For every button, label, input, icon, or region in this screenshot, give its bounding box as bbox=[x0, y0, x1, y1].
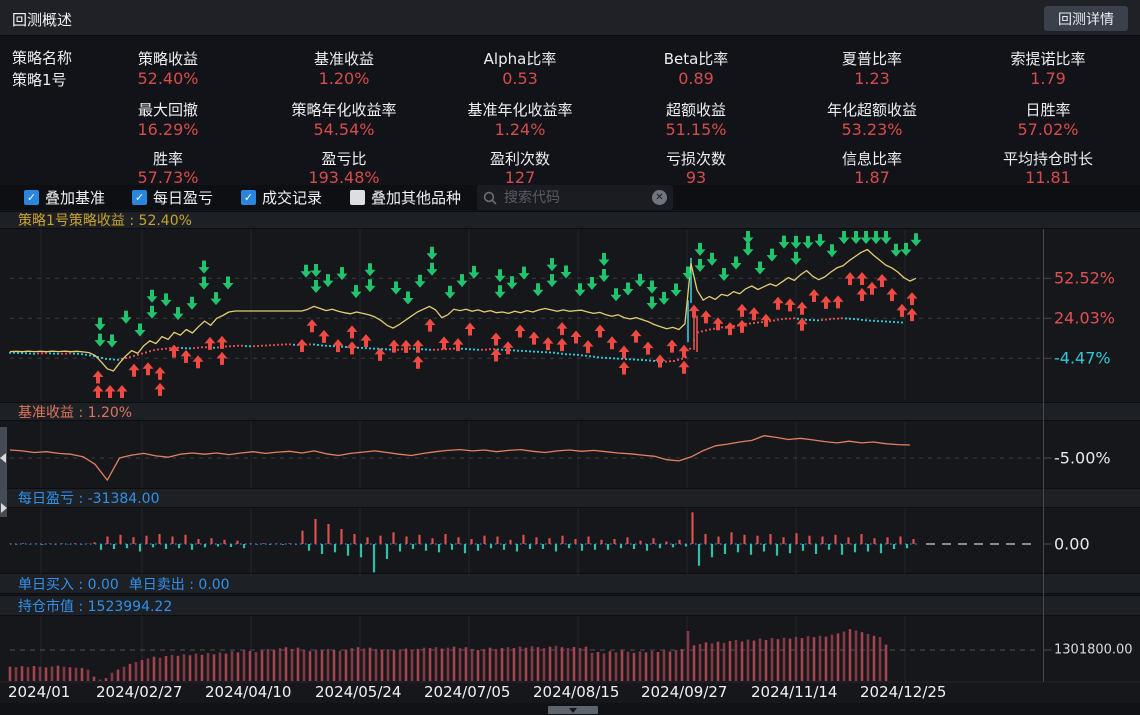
stat-label: 策略年化收益率 bbox=[256, 99, 432, 120]
stat-value: 1.23 bbox=[784, 69, 960, 88]
stats-panel: 策略名称 策略1号 策略收益52.40%基准收益1.20%Alpha比率0.53… bbox=[0, 36, 1140, 185]
x-axis: 2024/01 2024/02/27 2024/04/10 2024/05/24 202… bbox=[0, 683, 1140, 702]
checkbox-label: 叠加基准 bbox=[45, 187, 105, 208]
stat-value: 53.23% bbox=[784, 120, 960, 139]
benchmark-axis-label: -5.00% bbox=[1054, 449, 1111, 468]
checkbox-unchecked-icon[interactable] bbox=[350, 190, 365, 205]
stat-value: 0.53 bbox=[432, 69, 608, 88]
stat-label: 信息比率 bbox=[784, 148, 960, 169]
stat-value: 51.15% bbox=[608, 120, 784, 139]
checkbox-label: 每日盈亏 bbox=[153, 187, 213, 208]
stat-value: 16.29% bbox=[80, 120, 256, 139]
backtest-detail-button[interactable]: 回测详情 bbox=[1044, 6, 1128, 31]
stat-label: 基准年化收益率 bbox=[432, 99, 608, 120]
x-axis-tick: 2024/05/24 bbox=[315, 683, 401, 701]
stat-value: 1.20% bbox=[256, 69, 432, 88]
x-axis-tick: 2024/11/14 bbox=[751, 683, 837, 701]
charts-canvas[interactable] bbox=[0, 211, 1140, 704]
stat-label: 年化超额收益 bbox=[784, 99, 960, 120]
overlay-other-symbols-checkbox[interactable]: 叠加其他品种 bbox=[350, 189, 461, 206]
daily-pnl-axis-label: 0.00 bbox=[1054, 535, 1090, 554]
search-icon bbox=[483, 191, 497, 205]
overlay-benchmark-checkbox[interactable]: ✓ 叠加基准 bbox=[24, 189, 105, 206]
strategy-axis-label: 52.52% bbox=[1054, 269, 1115, 288]
stat-value: 57.02% bbox=[960, 120, 1136, 139]
page-title: 回测概述 bbox=[12, 9, 72, 30]
search-input[interactable] bbox=[502, 189, 647, 207]
strategy-axis-label: 24.03% bbox=[1054, 309, 1115, 328]
x-axis-tick: 2024/01 bbox=[8, 683, 70, 701]
strategy-axis-label: -4.47% bbox=[1054, 349, 1111, 368]
chart-toolbar: ✓ 叠加基准 ✓ 每日盈亏 ✓ 成交记录 叠加其他品种 ✕ bbox=[0, 185, 1140, 210]
checkbox-checked-icon[interactable]: ✓ bbox=[132, 190, 147, 205]
strategy-name-label: 策略名称 bbox=[12, 47, 72, 68]
stat-label: 夏普比率 bbox=[784, 48, 960, 69]
x-axis-tick: 2024/12/25 bbox=[860, 683, 946, 701]
x-axis-tick: 2024/04/10 bbox=[205, 683, 291, 701]
clear-icon[interactable]: ✕ bbox=[652, 190, 667, 205]
collapse-handle[interactable] bbox=[548, 706, 598, 714]
stat-label: 索提诺比率 bbox=[960, 48, 1136, 69]
stat-label: Alpha比率 bbox=[432, 48, 608, 69]
stat-label: 盈利次数 bbox=[432, 148, 608, 169]
search-box[interactable]: ✕ bbox=[477, 185, 673, 210]
stat-label: 策略收益 bbox=[80, 48, 256, 69]
stat-label: 平均持仓时长 bbox=[960, 148, 1136, 169]
checkbox-checked-icon[interactable]: ✓ bbox=[241, 190, 256, 205]
x-axis-tick: 2024/08/15 bbox=[533, 683, 619, 701]
checkbox-label: 成交记录 bbox=[262, 187, 322, 208]
gutter-expand-icon[interactable] bbox=[1, 503, 7, 513]
strategy-name-value: 策略1号 bbox=[12, 69, 67, 90]
chevron-down-icon bbox=[569, 708, 577, 713]
position-axis-label: 1301800.00 bbox=[1054, 643, 1133, 658]
x-axis-tick: 2024/09/27 bbox=[641, 683, 727, 701]
stat-label: 最大回撤 bbox=[80, 99, 256, 120]
stat-label: 亏损次数 bbox=[608, 148, 784, 169]
stat-value: 54.54% bbox=[256, 120, 432, 139]
stat-value: 0.89 bbox=[608, 69, 784, 88]
stat-value: 52.40% bbox=[80, 69, 256, 88]
left-gutter[interactable] bbox=[0, 427, 7, 517]
stat-label: 基准收益 bbox=[256, 48, 432, 69]
bottom-bar bbox=[0, 703, 1140, 715]
daily-pnl-checkbox[interactable]: ✓ 每日盈亏 bbox=[132, 189, 213, 206]
stat-value: 1.79 bbox=[960, 69, 1136, 88]
stat-label: 超额收益 bbox=[608, 99, 784, 120]
stat-label: 盈亏比 bbox=[256, 148, 432, 169]
trade-records-checkbox[interactable]: ✓ 成交记录 bbox=[241, 189, 322, 206]
x-axis-tick: 2024/02/27 bbox=[96, 683, 182, 701]
stat-label: Beta比率 bbox=[608, 48, 784, 69]
stat-label: 胜率 bbox=[80, 148, 256, 169]
backtest-overview-screen: 回测概述 回测详情 策略名称 策略1号 策略收益52.40%基准收益1.20%A… bbox=[0, 0, 1140, 715]
checkbox-checked-icon[interactable]: ✓ bbox=[24, 190, 39, 205]
checkbox-label: 叠加其他品种 bbox=[371, 187, 461, 208]
gutter-collapse-icon[interactable] bbox=[0, 453, 6, 463]
top-bar: 回测概述 回测详情 bbox=[0, 0, 1140, 36]
stat-value: 1.24% bbox=[432, 120, 608, 139]
x-axis-tick: 2024/07/05 bbox=[424, 683, 510, 701]
stat-label: 日胜率 bbox=[960, 99, 1136, 120]
